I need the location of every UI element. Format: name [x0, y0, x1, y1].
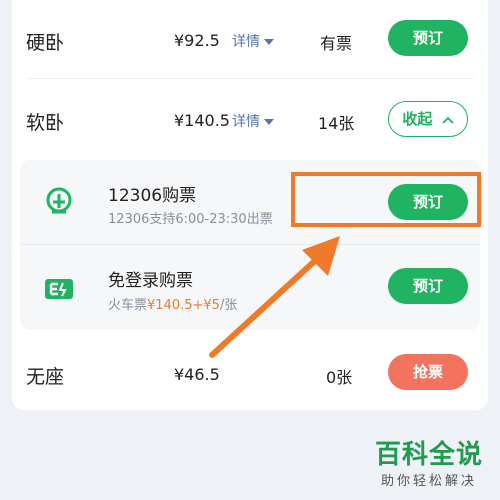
divider	[26, 78, 474, 79]
seat-row-no-seat: 无座 ¥46.5 0张 抢票	[12, 340, 488, 410]
detail-toggle[interactable]: 详情	[232, 31, 274, 51]
book-button[interactable]: 预订	[388, 20, 468, 56]
chevron-up-icon	[441, 116, 454, 124]
seat-type-label: 无座	[26, 366, 65, 388]
seat-row-soft-sleeper: 软卧 ¥140.5 详情 14张 收起	[12, 80, 488, 160]
option-title: 免登录购票	[108, 271, 193, 291]
watermark-subtitle: 助你轻松解决	[380, 474, 477, 489]
watermark-logo: 百科全说 助你轻松解决	[370, 434, 488, 494]
chevron-down-icon	[264, 119, 274, 125]
railway-logo-icon	[46, 187, 72, 214]
book-button-no-login[interactable]: 预订	[388, 268, 468, 304]
seat-price: ¥92.5	[174, 31, 220, 50]
description-suffix: /张	[219, 298, 238, 313]
description-prefix: 火车票	[108, 298, 148, 313]
seat-type-label: 硬卧	[26, 32, 65, 54]
ticket-e-icon	[45, 279, 73, 299]
seat-availability: 有票	[320, 34, 353, 53]
collapse-button[interactable]: 收起	[388, 101, 468, 137]
detail-label: 详情	[232, 34, 260, 50]
highlight-box	[291, 172, 481, 227]
chevron-down-icon	[264, 39, 274, 45]
watermark-title: 百科全说	[374, 440, 483, 470]
description-price: ¥140.5+¥5	[147, 298, 220, 313]
seat-availability: 0张	[326, 368, 353, 387]
option-description: 火车票¥140.5+¥5/张	[108, 294, 237, 313]
seat-availability: 14张	[318, 114, 355, 133]
seat-price: ¥46.5	[174, 365, 220, 384]
option-title: 12306购票	[108, 186, 197, 206]
seat-row-hard-sleeper: 硬卧 ¥92.5 详情 有票 预订	[12, 0, 488, 80]
detail-label: 详情	[232, 114, 260, 130]
collapse-label: 收起	[402, 110, 433, 128]
option-description: 12306支持6:00-23:30出票	[108, 212, 273, 227]
divider	[20, 244, 480, 245]
seat-type-label: 软卧	[26, 112, 65, 134]
grab-ticket-button[interactable]: 抢票	[388, 354, 468, 390]
detail-toggle[interactable]: 详情	[232, 111, 274, 131]
seat-price: ¥140.5	[174, 111, 230, 130]
